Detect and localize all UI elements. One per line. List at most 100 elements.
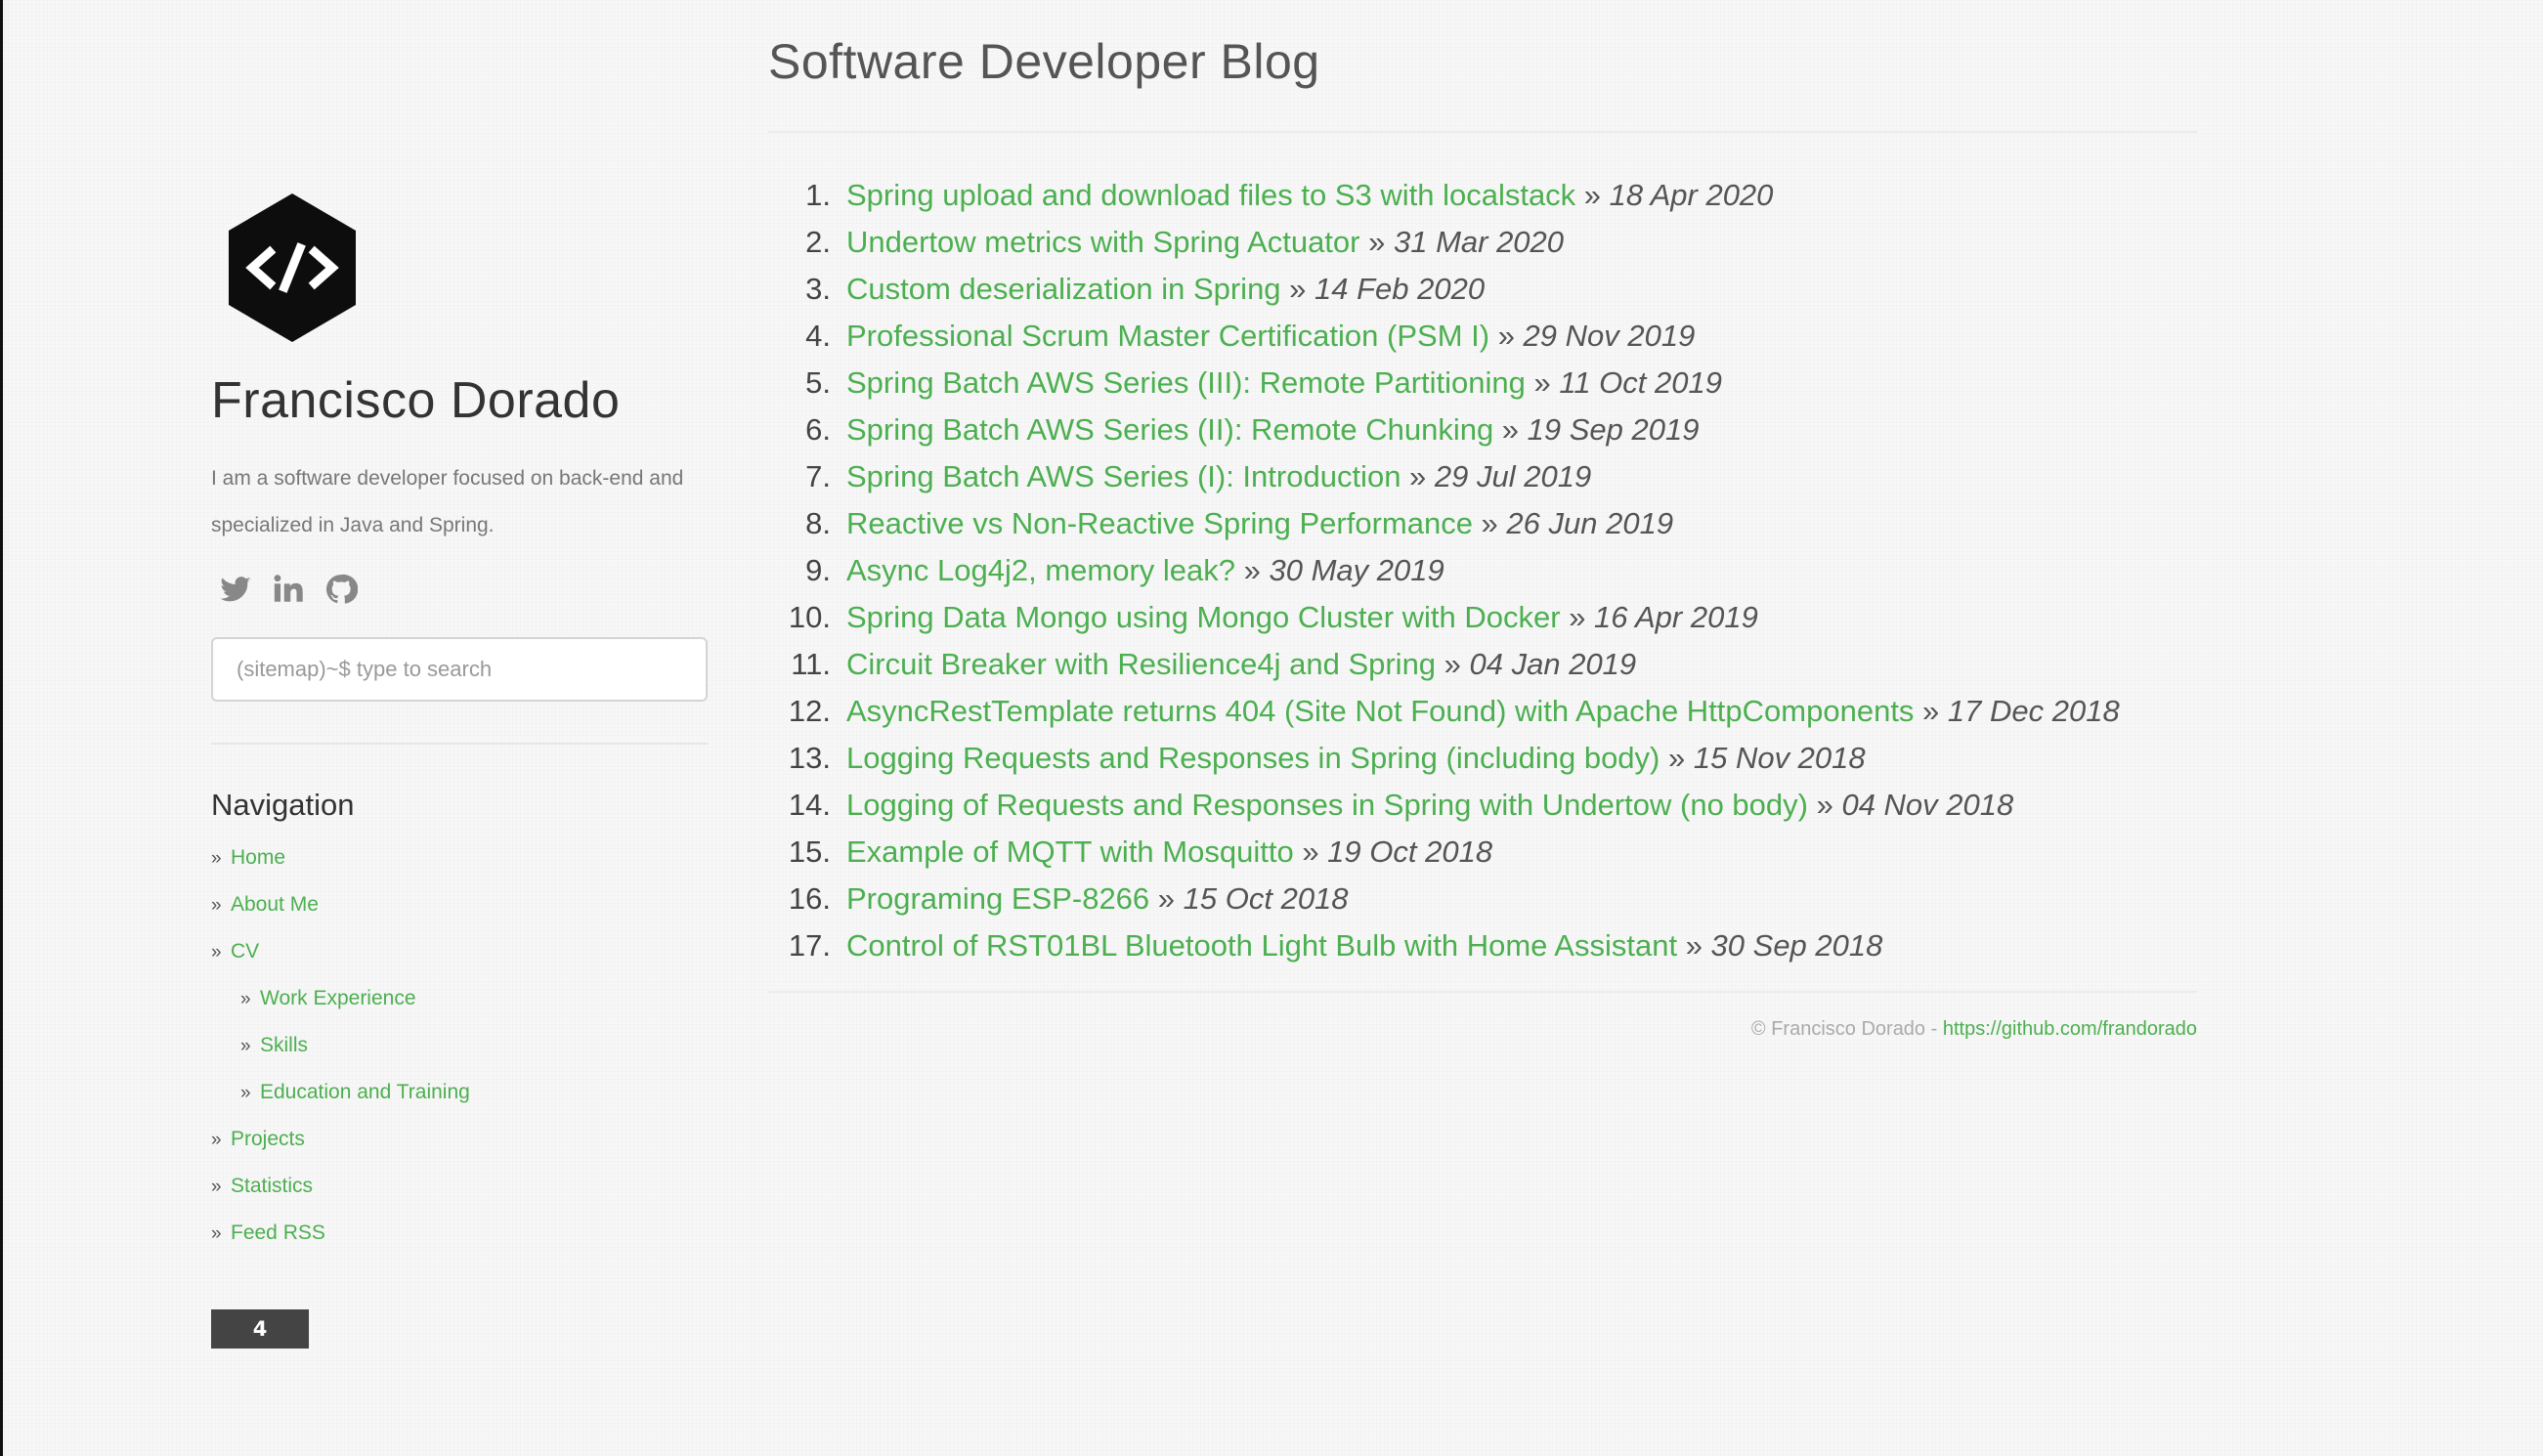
post-link[interactable]: Logging Requests and Responses in Spring…: [846, 741, 1659, 775]
nav-bullet: »: [211, 1130, 222, 1150]
author-name[interactable]: Francisco Dorado: [211, 371, 620, 430]
post-item: 3. Custom deserialization in Spring » 14 …: [768, 266, 2120, 313]
nav-bullet: »: [211, 895, 222, 916]
post-link[interactable]: Control of RST01BL Bluetooth Light Bulb …: [846, 928, 1677, 963]
post-date: 30 Sep 2018: [1710, 928, 1883, 963]
post-date: 04 Jan 2019: [1469, 647, 1637, 681]
post-number: 7.: [805, 459, 831, 493]
visitor-counter-badge: 4: [211, 1309, 309, 1349]
post-item: 16. Programing ESP-8266 » 15 Oct 2018: [768, 876, 2120, 922]
nav-item: » Work Experience: [211, 975, 470, 1022]
post-link[interactable]: AsyncRestTemplate returns 404 (Site Not …: [846, 694, 1914, 728]
post-link[interactable]: Undertow metrics with Spring Actuator: [846, 225, 1360, 259]
post-link[interactable]: Professional Scrum Master Certification …: [846, 319, 1489, 353]
post-separator: »: [1807, 788, 1842, 822]
post-link[interactable]: Spring Batch AWS Series (I): Introductio…: [846, 459, 1401, 493]
navigation-list: » Home » About Me » CV » Work Experience » Skills…: [211, 835, 470, 1257]
post-number: 1.: [805, 178, 831, 212]
nav-item: » About Me: [211, 881, 470, 928]
post-date: 31 Mar 2020: [1393, 225, 1565, 259]
search-input[interactable]: [211, 637, 708, 702]
post-item: 8. Reactive vs Non-Reactive Spring Perfor…: [768, 500, 2120, 547]
linkedin-icon[interactable]: [272, 573, 305, 606]
post-link[interactable]: Spring Batch AWS Series (II): Remote Chu…: [846, 412, 1493, 447]
navigation-heading: Navigation: [211, 788, 355, 822]
post-date: 19 Sep 2019: [1527, 412, 1700, 447]
post-date: 14 Feb 2020: [1315, 272, 1486, 306]
post-separator: »: [1359, 225, 1394, 259]
footer-divider: [768, 991, 2197, 993]
nav-link[interactable]: Home: [231, 846, 285, 869]
nav-link[interactable]: Work Experience: [260, 987, 416, 1009]
nav-link[interactable]: Statistics: [231, 1175, 313, 1197]
post-item: 17. Control of RST01BL Bluetooth Light Bu…: [768, 922, 2120, 969]
post-date: 16 Apr 2019: [1594, 600, 1758, 634]
nav-link[interactable]: Education and Training: [260, 1081, 470, 1103]
nav-bullet: »: [211, 848, 222, 869]
post-separator: »: [1560, 600, 1595, 634]
post-number: 17.: [788, 928, 831, 963]
post-link[interactable]: Spring upload and download files to S3 w…: [846, 178, 1575, 212]
nav-item: » CV: [211, 928, 470, 975]
sidebar-divider: [211, 743, 708, 745]
post-item: 7. Spring Batch AWS Series (I): Introduct…: [768, 453, 2120, 500]
post-number: 15.: [788, 835, 831, 869]
nav-item: » Statistics: [211, 1163, 470, 1210]
post-link[interactable]: Custom deserialization in Spring: [846, 272, 1281, 306]
post-separator: »: [1149, 881, 1184, 916]
author-bio: I am a software developer focused on bac…: [211, 467, 684, 536]
post-number: 6.: [805, 412, 831, 447]
twitter-icon[interactable]: [219, 573, 252, 606]
post-link[interactable]: Spring Batch AWS Series (III): Remote Pa…: [846, 365, 1526, 400]
nav-item: » Education and Training: [211, 1069, 470, 1116]
post-number: 8.: [805, 506, 831, 540]
post-separator: »: [1659, 741, 1694, 775]
post-link[interactable]: Example of MQTT with Mosquitto: [846, 835, 1294, 869]
nav-link[interactable]: About Me: [231, 893, 319, 916]
post-number: 2.: [805, 225, 831, 259]
post-separator: »: [1401, 459, 1435, 493]
github-icon[interactable]: [324, 573, 358, 606]
nav-bullet: »: [240, 989, 251, 1009]
nav-item: » Projects: [211, 1116, 470, 1163]
nav-link[interactable]: Skills: [260, 1034, 308, 1056]
footer-github-link[interactable]: https://github.com/frandorado: [1943, 1018, 2197, 1040]
post-number: 12.: [788, 694, 831, 728]
post-link[interactable]: Logging of Requests and Responses in Spr…: [846, 788, 1808, 822]
post-separator: »: [1575, 178, 1610, 212]
post-number: 5.: [805, 365, 831, 400]
post-number: 10.: [788, 600, 831, 634]
post-date: 19 Oct 2018: [1327, 835, 1493, 869]
post-date: 17 Dec 2018: [1947, 694, 2120, 728]
post-number: 14.: [788, 788, 831, 822]
footer: © Francisco Dorado - https://github.com/…: [1751, 1018, 2197, 1041]
nav-link[interactable]: Projects: [231, 1128, 305, 1150]
post-link[interactable]: Async Log4j2, memory leak?: [846, 553, 1235, 587]
code-logo-icon[interactable]: [219, 193, 366, 342]
nav-bullet: »: [211, 1177, 222, 1197]
post-separator: »: [1436, 647, 1470, 681]
post-link[interactable]: Circuit Breaker with Resilience4j and Sp…: [846, 647, 1436, 681]
post-item: 4. Professional Scrum Master Certificatio…: [768, 313, 2120, 360]
nav-bullet: »: [240, 1036, 251, 1056]
post-link[interactable]: Reactive vs Non-Reactive Spring Performa…: [846, 506, 1473, 540]
post-separator: »: [1914, 694, 1948, 728]
nav-link[interactable]: Feed RSS: [231, 1221, 325, 1244]
nav-bullet: »: [240, 1083, 251, 1103]
post-item: 10. Spring Data Mongo using Mongo Cluster…: [768, 594, 2120, 641]
post-separator: »: [1293, 835, 1328, 869]
post-separator: »: [1493, 412, 1528, 447]
page-title: Software Developer Blog: [768, 34, 1320, 89]
social-links: [219, 573, 358, 608]
post-separator: »: [1235, 553, 1270, 587]
nav-bullet: »: [211, 942, 222, 963]
post-item: 13. Logging Requests and Responses in Spr…: [768, 735, 2120, 782]
post-link[interactable]: Programing ESP-8266: [846, 881, 1149, 916]
post-link[interactable]: Spring Data Mongo using Mongo Cluster wi…: [846, 600, 1561, 634]
nav-item: » Home: [211, 835, 470, 881]
nav-link[interactable]: CV: [231, 940, 259, 963]
post-date: 04 Nov 2018: [1841, 788, 2014, 822]
post-date: 11 Oct 2019: [1559, 365, 1722, 400]
post-list: 1. Spring upload and download files to S3…: [768, 172, 2120, 969]
post-item: 5. Spring Batch AWS Series (III): Remote …: [768, 360, 2120, 407]
